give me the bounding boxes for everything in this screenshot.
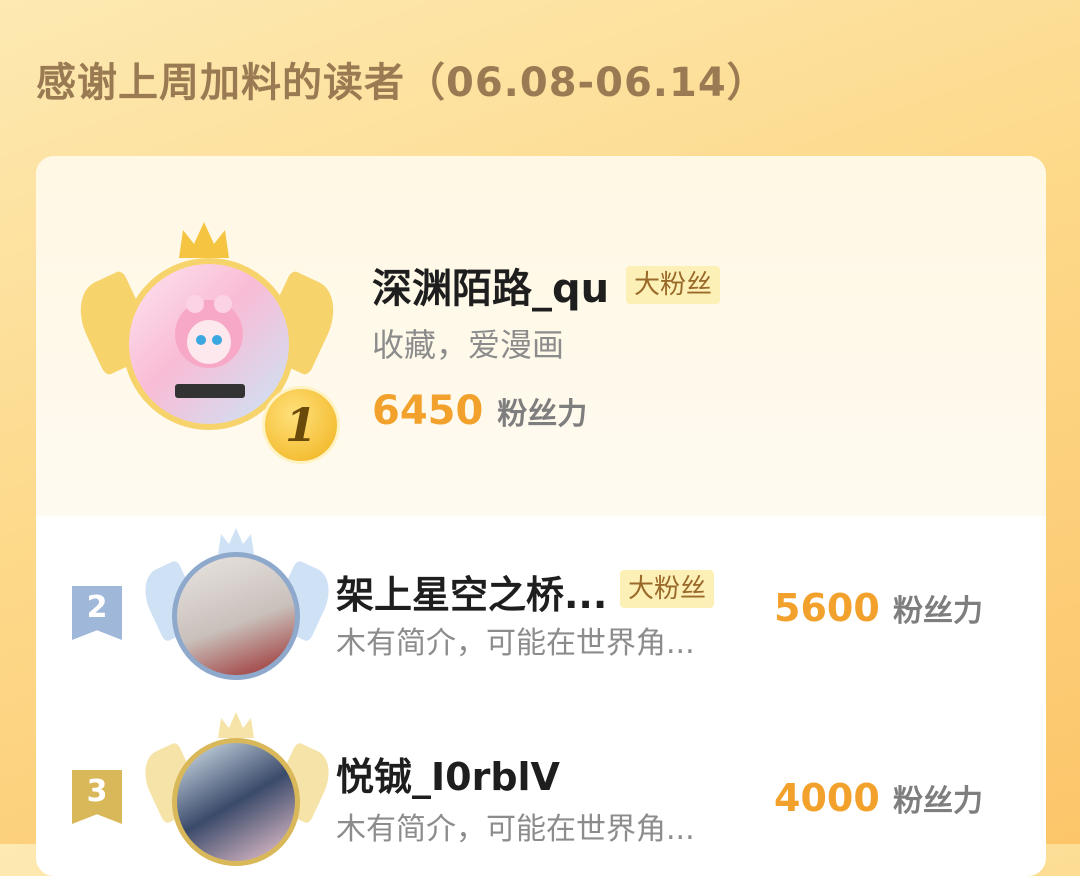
fan-badge: 大粉丝 [626, 266, 721, 304]
avatar-image [175, 295, 245, 398]
score-unit: 粉丝力 [893, 784, 983, 819]
reader-name[interactable]: 架上星空之桥... [336, 564, 607, 619]
fan-power-score: 5600 粉丝力 [774, 586, 983, 630]
rank-2-avatar-frame [135, 526, 346, 686]
list-item[interactable]: 3 悦铖_I0rblV 木有简介，可能在世界角... 4000 粉丝力 [36, 708, 1046, 868]
rank-1-avatar-frame: 1 [67, 218, 347, 464]
top-reader-area[interactable]: 1 深渊陌路_qu 大粉丝 收藏，爱漫画 6450 粉丝力 [36, 156, 1046, 516]
crown-icon [179, 222, 229, 258]
crown-icon [218, 712, 254, 738]
score-value: 6450 [372, 388, 484, 434]
fan-power-score: 4000 粉丝力 [774, 776, 983, 820]
reader-name[interactable]: 悦铖_I0rblV [336, 746, 560, 801]
fan-power-score: 6450 粉丝力 [372, 388, 587, 434]
avatar[interactable] [172, 552, 300, 680]
score-value: 5600 [774, 586, 880, 630]
leaderboard-card: 1 深渊陌路_qu 大粉丝 收藏，爱漫画 6450 粉丝力 2 架上星空之桥..… [36, 156, 1046, 876]
reader-name[interactable]: 深渊陌路_qu [372, 256, 609, 314]
reader-desc: 木有简介，可能在世界角... [336, 626, 695, 661]
rank-medal: 1 [262, 386, 340, 464]
reader-desc: 收藏，爱漫画 [372, 326, 565, 364]
reader-desc: 木有简介，可能在世界角... [336, 812, 695, 847]
fan-badge: 大粉丝 [620, 570, 715, 608]
score-unit: 粉丝力 [497, 397, 588, 432]
rank-flag: 3 [72, 770, 122, 824]
page-title: 感谢上周加料的读者（06.08-06.14） [36, 60, 768, 106]
score-value: 4000 [774, 776, 880, 820]
avatar[interactable] [172, 738, 300, 866]
rank-3-avatar-frame [135, 708, 346, 868]
rank-flag: 2 [72, 586, 122, 640]
score-unit: 粉丝力 [893, 594, 983, 629]
list-item[interactable]: 2 架上星空之桥... 大粉丝 木有简介，可能在世界角... 5600 粉丝力 [36, 526, 1046, 686]
